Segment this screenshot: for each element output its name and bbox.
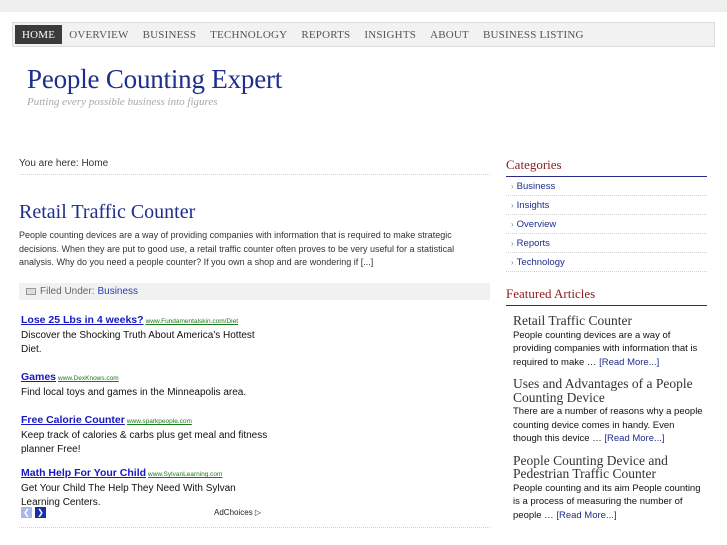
ad-item: Games www.DexKnows.com Find local toys an… xyxy=(21,367,271,400)
bullet-icon: › xyxy=(511,238,514,248)
top-navigation: HOME OVERVIEW BUSINESS TECHNOLOGY REPORT… xyxy=(12,22,715,47)
featured-item-text: There are a number of reasons why a peop… xyxy=(513,405,703,446)
nav-insights[interactable]: INSIGHTS xyxy=(357,23,423,46)
post-title[interactable]: Retail Traffic Counter xyxy=(19,201,195,224)
adchoices-link[interactable]: AdChoices ▷ xyxy=(214,508,261,517)
ad-headline[interactable]: Lose 25 Lbs in 4 weeks? xyxy=(21,314,144,326)
folder-icon xyxy=(26,288,36,295)
bullet-icon: › xyxy=(511,181,514,191)
divider xyxy=(19,527,490,528)
ad-pager: ❮ ❯ xyxy=(21,507,46,518)
site-description: Putting every possible business into fig… xyxy=(27,96,218,108)
nav-overview[interactable]: OVERVIEW xyxy=(62,23,135,46)
category-label[interactable]: Insights xyxy=(517,200,550,211)
nav-business-listing[interactable]: BUSINESS LISTING xyxy=(476,23,591,46)
featured-item-title[interactable]: Retail Traffic Counter xyxy=(513,314,707,328)
category-item[interactable]: › Business xyxy=(506,177,707,196)
featured-articles: Featured Articles Retail Traffic Counter… xyxy=(506,286,707,522)
categories-title: Categories xyxy=(506,157,707,177)
ad-item: Free Calorie Counter www.sparkpeople.com … xyxy=(21,410,271,457)
post-excerpt: People counting devices are a way of pro… xyxy=(19,230,455,267)
post-meta: Filed Under: Business xyxy=(19,283,490,300)
category-label[interactable]: Technology xyxy=(517,257,565,268)
site-title[interactable]: People Counting Expert xyxy=(27,64,282,95)
featured-title: Featured Articles xyxy=(506,286,707,306)
featured-item-text: People counting devices are a way of pro… xyxy=(513,329,703,370)
adchoices-label: AdChoices xyxy=(214,508,253,517)
category-label[interactable]: Business xyxy=(517,181,556,192)
ad-url[interactable]: www.SylvanLearning.com xyxy=(148,471,222,478)
ad-headline[interactable]: Free Calorie Counter xyxy=(21,414,125,426)
nav-about[interactable]: ABOUT xyxy=(423,23,476,46)
featured-item: People Counting Device and Pedestrian Tr… xyxy=(506,446,707,523)
category-item[interactable]: › Insights xyxy=(506,196,707,215)
ad-url[interactable]: www.DexKnows.com xyxy=(58,375,119,382)
nav-technology[interactable]: TECHNOLOGY xyxy=(203,23,294,46)
nav-business[interactable]: BUSINESS xyxy=(136,23,204,46)
chevron-left-icon[interactable]: ❮ xyxy=(21,507,32,518)
category-item[interactable]: › Overview xyxy=(506,215,707,234)
read-more-link[interactable]: [Read More...] xyxy=(599,357,659,368)
ad-body: Get Your Child The Help They Need With S… xyxy=(21,483,236,508)
read-more-link[interactable]: [Read More...] xyxy=(556,510,616,521)
adchoices-icon: ▷ xyxy=(254,508,262,517)
category-item[interactable]: › Technology xyxy=(506,253,707,272)
nav-reports[interactable]: REPORTS xyxy=(294,23,357,46)
read-more-link[interactable]: [Read More...] xyxy=(604,433,664,444)
post-category-link[interactable]: Business xyxy=(97,286,138,297)
categories-list: › Business › Insights › Overview › Reports ›… xyxy=(506,177,707,272)
bullet-icon: › xyxy=(511,257,514,267)
filed-under-label: Filed Under: xyxy=(40,286,95,297)
category-item[interactable]: › Reports xyxy=(506,234,707,253)
ad-url[interactable]: www.sparkpeople.com xyxy=(127,418,192,425)
featured-item: Uses and Advantages of a People Counting… xyxy=(506,369,707,446)
category-label[interactable]: Reports xyxy=(517,238,550,249)
nav-home[interactable]: HOME xyxy=(15,25,63,44)
featured-item-title[interactable]: Uses and Advantages of a People Counting… xyxy=(513,377,707,404)
ad-body: Keep track of calories & carbs plus get … xyxy=(21,430,268,455)
ad-body: Find local toys and games in the Minneap… xyxy=(21,387,247,398)
bullet-icon: › xyxy=(511,219,514,229)
ad-url[interactable]: www.Fundamentalskin.com/Diet xyxy=(146,318,238,325)
ad-item: Math Help For Your Child www.SylvanLearni… xyxy=(21,463,271,510)
chevron-right-icon[interactable]: ❯ xyxy=(35,507,46,518)
featured-item-title[interactable]: People Counting Device and Pedestrian Tr… xyxy=(513,453,707,481)
category-label[interactable]: Overview xyxy=(517,219,557,230)
ad-headline[interactable]: Math Help For Your Child xyxy=(21,467,146,479)
featured-item: Retail Traffic Counter People counting d… xyxy=(506,306,707,369)
bullet-icon: › xyxy=(511,200,514,210)
ad-item: Lose 25 Lbs in 4 weeks? www.Fundamentalsk… xyxy=(21,310,271,357)
ad-block: Lose 25 Lbs in 4 weeks? www.Fundamentalsk… xyxy=(21,310,271,520)
breadcrumb: You are here: Home xyxy=(19,158,490,175)
featured-item-text: People counting and its aim People count… xyxy=(513,482,703,523)
ad-headline[interactable]: Games xyxy=(21,371,56,383)
sidebar: Categories › Business › Insights › Overview… xyxy=(506,157,707,522)
ad-body: Discover the Shocking Truth About Americ… xyxy=(21,330,255,355)
